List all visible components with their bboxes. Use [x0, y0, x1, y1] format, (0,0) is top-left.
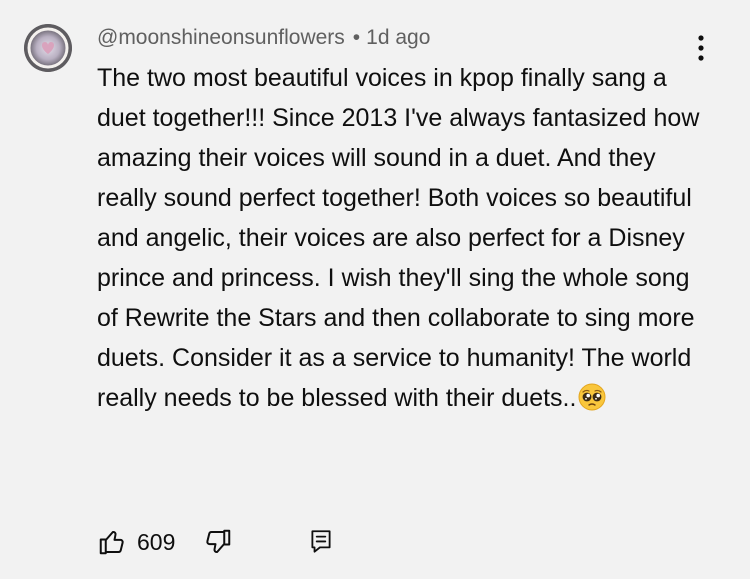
comment-body: The two most beautiful voices in kpop fi…: [97, 58, 717, 423]
separator: •: [352, 26, 361, 49]
thumbs-down-icon: [206, 529, 231, 553]
comment-text: The two most beautiful voices in kpop fi…: [97, 64, 700, 412]
avatar-heart-icon: [24, 24, 72, 72]
comment-header: @moonshineonsunflowers • 1d ago: [97, 22, 430, 54]
reply-comment-icon: [311, 530, 331, 553]
reply-button[interactable]: [308, 528, 334, 556]
like-count: 609: [137, 528, 176, 555]
dislike-button[interactable]: [203, 527, 233, 557]
comment-actions: 609: [97, 523, 334, 561]
thumbs-up-icon: [99, 531, 124, 555]
timestamp[interactable]: 1d ago: [366, 26, 430, 49]
pleading-face-emoji: [578, 383, 606, 423]
like-button[interactable]: 609: [97, 527, 175, 557]
author-name[interactable]: @moonshineonsunflowers: [97, 26, 345, 49]
avatar[interactable]: [24, 24, 72, 72]
